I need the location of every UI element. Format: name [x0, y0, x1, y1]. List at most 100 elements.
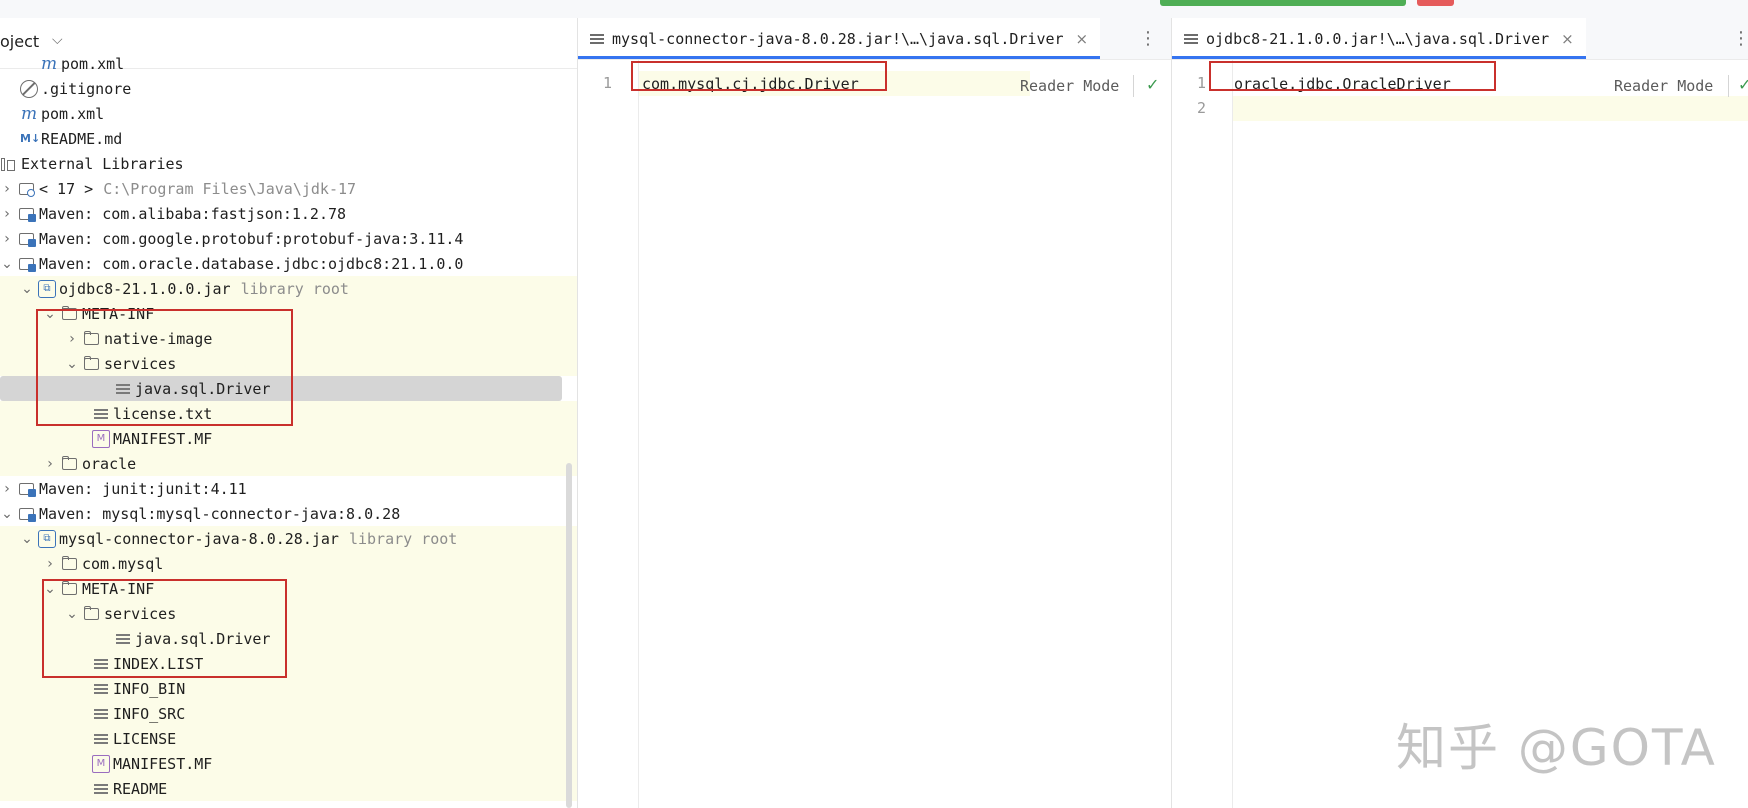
tree-item-file[interactable]: M MANIFEST.MF [0, 426, 577, 451]
text-file-icon [92, 705, 110, 723]
close-icon[interactable]: × [1561, 30, 1574, 48]
reader-mode-button[interactable]: Reader Mode [1020, 77, 1119, 95]
markdown-icon: M↓ [20, 131, 41, 145]
maven-icon: m [40, 53, 58, 74]
tree-item-readme[interactable]: M↓ README.md [0, 126, 577, 151]
editor-gutter: 1 2 [1172, 59, 1233, 808]
editor-tab-oracle-driver[interactable]: ojdbc8-21.1.0.0.jar!\…\java.sql.Driver × [1172, 18, 1586, 59]
chevron-right-icon[interactable]: › [0, 481, 14, 497]
close-icon[interactable]: × [1076, 30, 1089, 48]
chevron-down-icon[interactable]: ⌄ [0, 256, 14, 272]
reader-mode-button[interactable]: Reader Mode [1614, 77, 1713, 95]
tree-item-file[interactable]: java.sql.Driver [0, 626, 577, 651]
chevron-down-icon[interactable]: ⌄ [43, 306, 57, 322]
code-line[interactable]: com.mysql.cj.jdbc.Driver [642, 75, 859, 93]
tree-item-file[interactable]: INFO_BIN [0, 676, 577, 701]
editor-oracle: ojdbc8-21.1.0.0.jar!\…\java.sql.Driver ×… [1172, 18, 1748, 808]
folder-icon [61, 580, 79, 598]
project-panel: oject ⌵ m pom.xml .gitignore m pom.xml M… [0, 18, 578, 808]
text-file-icon [92, 730, 110, 748]
library-icon [18, 230, 36, 248]
folder-icon [83, 355, 101, 373]
folder-icon [83, 605, 101, 623]
folder-icon [61, 555, 79, 573]
chevron-down-icon[interactable]: ⌄ [65, 356, 79, 372]
tree-item-folder[interactable]: ⌄ META-INF [0, 576, 577, 601]
chevron-down-icon[interactable]: ⌵ [52, 32, 63, 48]
more-options-icon[interactable]: ⋮ [1139, 28, 1157, 49]
current-line-highlight [1232, 96, 1748, 121]
tree-item-library[interactable]: › Maven: com.google.protobuf:protobuf-ja… [0, 226, 577, 251]
text-file-icon [92, 780, 110, 798]
folder-icon [61, 305, 79, 323]
tree-item-library[interactable]: › Maven: junit:junit:4.11 [0, 476, 577, 501]
tree-item-file[interactable]: license.txt [0, 401, 577, 426]
text-file-icon [590, 33, 604, 45]
tree-item-folder[interactable]: › oracle [0, 451, 577, 476]
tree-item-file-selected[interactable]: java.sql.Driver [0, 376, 562, 401]
text-file-icon [1184, 33, 1198, 45]
divider [1728, 75, 1729, 97]
run-button[interactable] [1160, 0, 1406, 6]
library-icon [18, 480, 36, 498]
project-panel-title[interactable]: oject [0, 32, 39, 51]
folder-icon [61, 455, 79, 473]
external-libraries-icon [0, 155, 18, 173]
chevron-down-icon[interactable]: ⌄ [43, 581, 57, 597]
library-icon [18, 205, 36, 223]
library-icon [18, 505, 36, 523]
tree-item-file[interactable]: INFO_SRC [0, 701, 577, 726]
tree-item-folder[interactable]: ⌄ META-INF [0, 301, 577, 326]
chevron-right-icon[interactable]: › [43, 456, 57, 472]
tree-item-library[interactable]: ⌄ Maven: com.oracle.database.jdbc:ojdbc8… [0, 251, 577, 276]
chevron-right-icon[interactable]: › [0, 181, 14, 197]
chevron-right-icon[interactable]: › [65, 331, 79, 347]
tree-item-jar[interactable]: ⌄ ⧉ ojdbc8-21.1.0.0.jar library root [0, 276, 577, 301]
tree-item-folder[interactable]: ⌄ services [0, 601, 577, 626]
tree-item-folder[interactable]: › native-image [0, 326, 577, 351]
chevron-down-icon[interactable]: ⌄ [65, 606, 79, 622]
tree-item-file[interactable]: M MANIFEST.MF [0, 751, 577, 776]
check-icon[interactable]: ✓ [1738, 75, 1748, 94]
check-icon[interactable]: ✓ [1146, 75, 1159, 94]
tree-item-jdk[interactable]: › < 17 > C:\Program Files\Java\jdk-17 [0, 176, 577, 201]
tree-item[interactable]: m pom.xml [0, 51, 577, 76]
library-icon [18, 255, 36, 273]
chevron-right-icon[interactable]: › [0, 231, 14, 247]
line-number: 2 [1196, 99, 1206, 117]
tab-title: ojdbc8-21.1.0.0.jar!\…\java.sql.Driver [1206, 29, 1550, 48]
jdk-icon [18, 180, 36, 198]
project-scrollbar[interactable] [566, 463, 572, 808]
tree-item-file[interactable]: INDEX.LIST [0, 651, 577, 676]
chevron-down-icon[interactable]: ⌄ [20, 281, 34, 297]
tab-title: mysql-connector-java-8.0.28.jar!\…\java.… [612, 29, 1064, 48]
text-file-icon [114, 380, 132, 398]
tree-item-library[interactable]: ⌄ Maven: mysql:mysql-connector-java:8.0.… [0, 501, 577, 526]
tree-item-gitignore[interactable]: .gitignore [0, 76, 577, 101]
code-line[interactable]: oracle.jdbc.OracleDriver [1234, 75, 1451, 93]
text-file-icon [114, 630, 132, 648]
tree-item-folder[interactable]: › com.mysql [0, 551, 577, 576]
chevron-right-icon[interactable]: › [0, 206, 14, 222]
tree-item-jar[interactable]: ⌄ ⧉ mysql-connector-java-8.0.28.jar libr… [0, 526, 577, 551]
stop-button[interactable] [1417, 0, 1454, 6]
editor-tab-mysql-driver[interactable]: mysql-connector-java-8.0.28.jar!\…\java.… [578, 18, 1101, 59]
active-tab-indicator [1172, 56, 1586, 59]
jar-icon: ⧉ [38, 529, 56, 548]
jar-icon: ⧉ [38, 279, 56, 298]
tree-item-library[interactable]: › Maven: com.alibaba:fastjson:1.2.78 [0, 201, 577, 226]
tree-item-folder[interactable]: ⌄ services [0, 351, 577, 376]
manifest-icon: M [92, 754, 110, 773]
tree-item-external-libraries[interactable]: External Libraries [0, 151, 577, 176]
text-file-icon [92, 405, 110, 423]
tree-item-file[interactable]: LICENSE [0, 726, 577, 751]
tree-item-file[interactable]: README [0, 776, 577, 801]
text-file-icon [92, 680, 110, 698]
more-options-icon[interactable]: ⋮ [1732, 28, 1748, 49]
folder-icon [83, 330, 101, 348]
editor-gutter: 1 [578, 59, 639, 808]
chevron-right-icon[interactable]: › [43, 556, 57, 572]
chevron-down-icon[interactable]: ⌄ [0, 506, 14, 522]
tree-item-pom[interactable]: m pom.xml [0, 101, 577, 126]
chevron-down-icon[interactable]: ⌄ [20, 531, 34, 547]
